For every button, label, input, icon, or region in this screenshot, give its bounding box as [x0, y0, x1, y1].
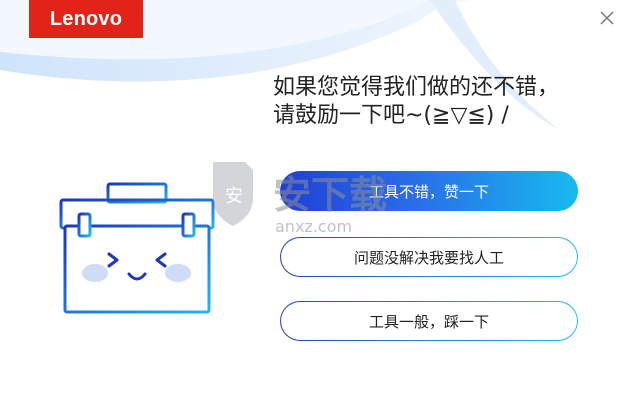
- watermark-text: 安下载: [273, 173, 387, 217]
- feedback-prompt-line1: 如果您觉得我们做的还不错，: [273, 75, 560, 100]
- contact-support-button[interactable]: 问题没解决我要找人工: [280, 237, 578, 277]
- svg-text:安: 安: [225, 186, 243, 207]
- feedback-prompt-line2: 请鼓励一下吧~(≧▽≦) /: [273, 103, 509, 128]
- toolbox-face-icon: [59, 182, 215, 314]
- lenovo-logo: Lenovo: [29, 0, 143, 38]
- feedback-prompt: 如果您觉得我们做的还不错， 请鼓励一下吧~(≧▽≦) /: [273, 74, 559, 130]
- watermark-overlay: 安 安下载 anxz.com: [213, 162, 387, 236]
- feedback-dialog: Lenovo 如果您觉得我们做的还不错， 请鼓励一下吧~(≧▽≦) / 工具不错…: [0, 0, 630, 400]
- watermark-url: anxz.com: [275, 217, 352, 236]
- average-feedback-button[interactable]: 工具一般，踩一下: [280, 301, 578, 341]
- close-icon[interactable]: [597, 8, 617, 28]
